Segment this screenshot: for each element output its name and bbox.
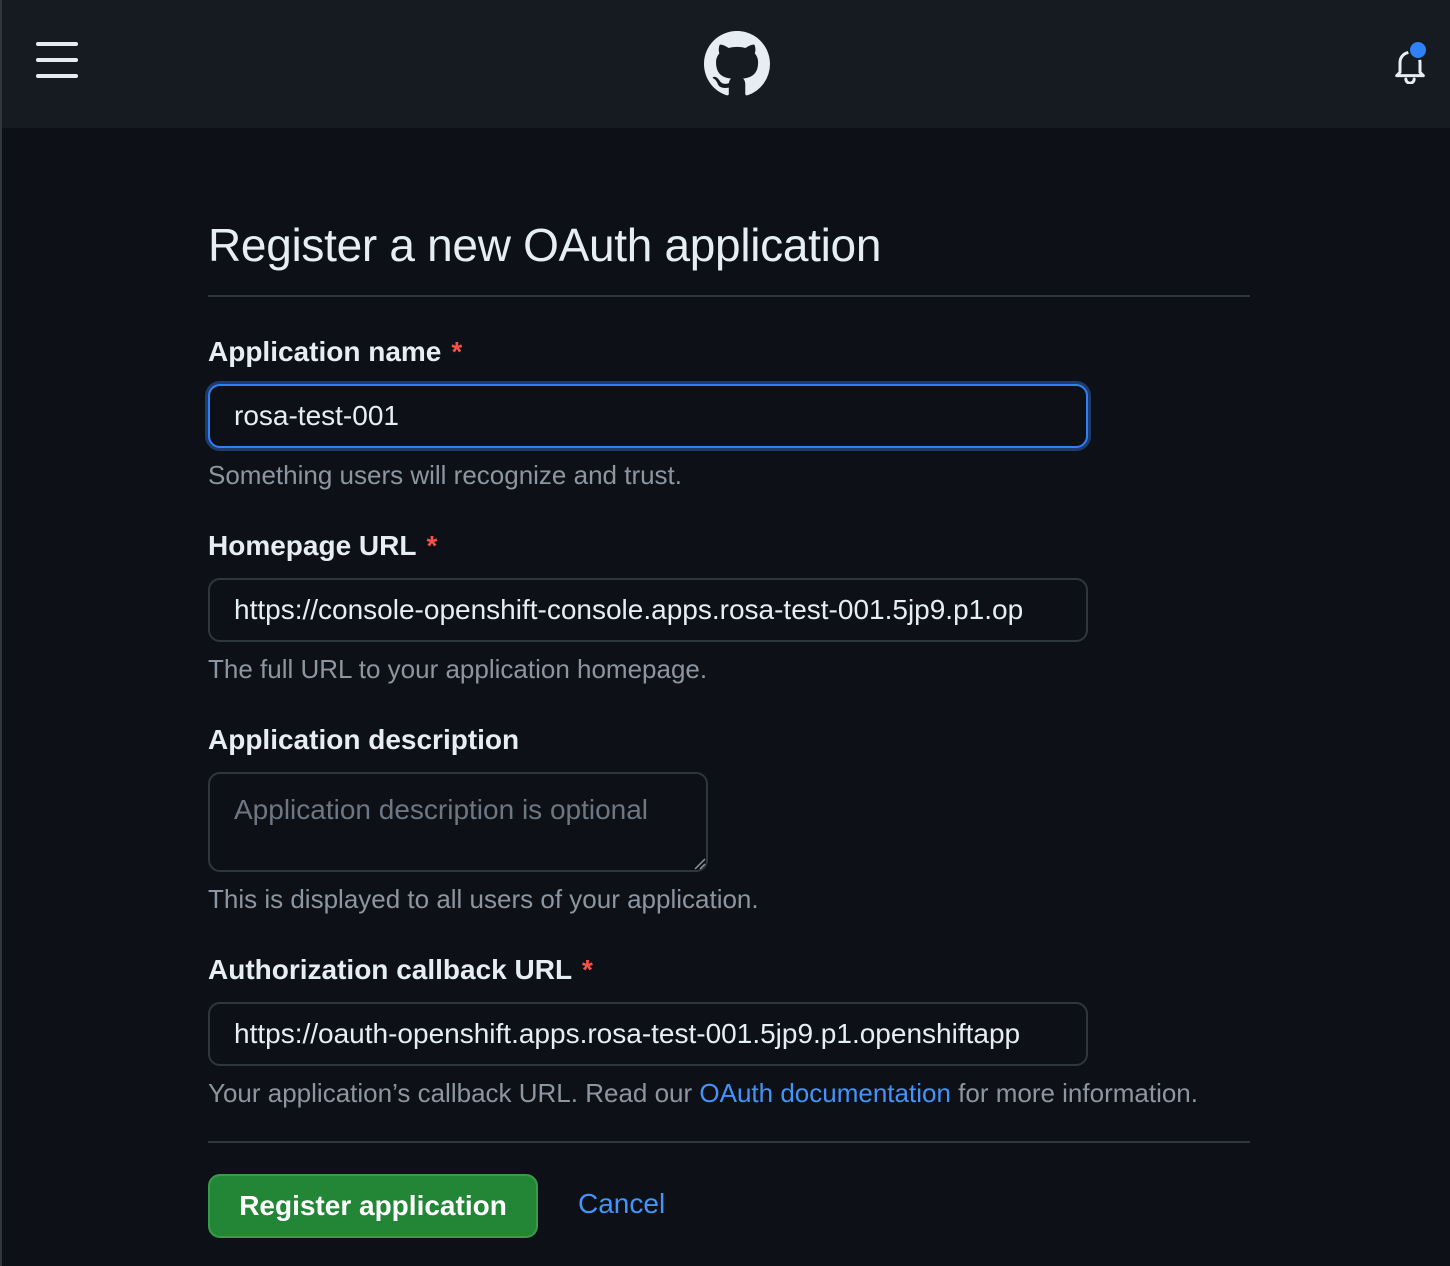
top-header <box>2 0 1450 128</box>
github-logo-icon[interactable] <box>704 31 770 97</box>
resize-handle-icon[interactable] <box>692 856 706 870</box>
required-marker: * <box>426 530 438 561</box>
required-marker: * <box>451 336 463 367</box>
callback-url-hint: Your application’s callback URL. Read ou… <box>208 1078 1198 1109</box>
app-name-value: rosa-test-001 <box>234 400 399 431</box>
homepage-url-hint: The full URL to your application homepag… <box>208 654 708 684</box>
page: Register a new OAuth application Applica… <box>0 0 1450 1266</box>
callback-url-input[interactable]: https://oauth-openshift.apps.rosa-test-0… <box>208 1002 1088 1066</box>
callback-hint-prefix: Your application’s callback URL. Read ou… <box>208 1078 700 1108</box>
title-divider <box>208 295 1250 297</box>
callback-url-value: https://oauth-openshift.apps.rosa-test-0… <box>234 1018 1021 1049</box>
app-name-input[interactable]: rosa-test-001 <box>208 384 1088 448</box>
description-textarea[interactable] <box>208 772 708 872</box>
actions-divider <box>208 1141 1250 1143</box>
description-label: Application description <box>208 724 520 755</box>
app-name-label: Application name * <box>208 336 462 368</box>
notification-indicator <box>1408 40 1428 60</box>
hamburger-menu-icon[interactable] <box>36 42 78 78</box>
homepage-url-input[interactable]: https://console-openshift-console.apps.r… <box>208 578 1088 642</box>
callback-url-label: Authorization callback URL * <box>208 954 593 986</box>
description-hint: This is displayed to all users of your a… <box>208 884 759 914</box>
homepage-url-label: Homepage URL * <box>208 530 437 562</box>
required-marker: * <box>582 954 593 985</box>
app-name-label-text: Application name <box>208 336 442 367</box>
homepage-url-label-text: Homepage URL <box>208 530 417 561</box>
register-application-button[interactable]: Register application <box>208 1174 538 1238</box>
oauth-documentation-link[interactable]: OAuth documentation <box>699 1078 951 1108</box>
callback-url-label-text: Authorization callback URL <box>208 954 573 985</box>
page-title: Register a new OAuth application <box>208 219 882 271</box>
app-name-hint: Something users will recognize and trust… <box>208 460 683 490</box>
homepage-url-value: https://console-openshift-console.apps.r… <box>234 594 1024 625</box>
callback-hint-suffix: for more information. <box>950 1078 1198 1108</box>
cancel-link[interactable]: Cancel <box>578 1188 665 1220</box>
